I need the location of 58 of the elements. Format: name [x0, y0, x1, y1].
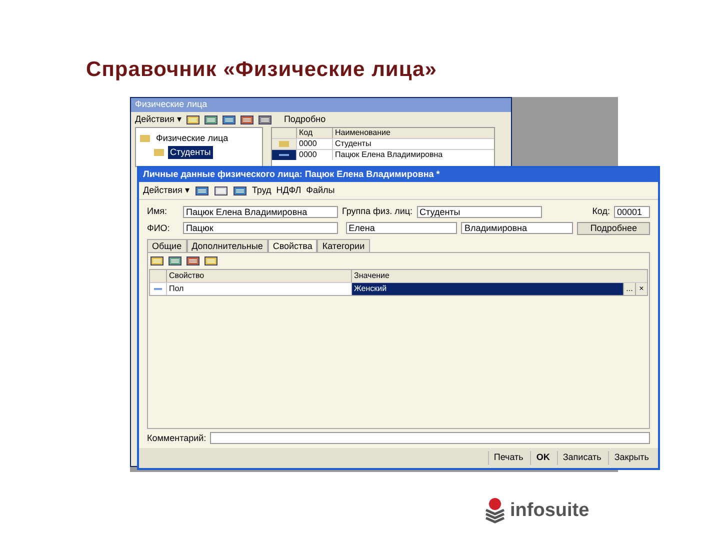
toolbar-icon[interactable] — [168, 255, 182, 267]
window-title: Личные данные физического лица: Пацюк Елена Владимировна * — [143, 168, 440, 182]
field-label: Комментарий: — [147, 432, 206, 445]
dialog-button[interactable]: Печать — [488, 451, 528, 465]
table-cell: Женский — [351, 283, 623, 295]
actions-menu[interactable]: Действия ▾ — [143, 184, 190, 198]
input-field[interactable]: Пацюк Елена Владимировна — [183, 206, 338, 218]
input-field[interactable]: Студенты — [416, 206, 542, 218]
tree-item[interactable]: Студенты — [168, 146, 213, 159]
tab[interactable]: Свойства — [268, 239, 318, 252]
tab[interactable]: Категории — [317, 239, 370, 252]
ellipsis-button[interactable]: ... — [623, 283, 635, 295]
toolbar-icon[interactable] — [204, 255, 218, 267]
table-cell: 0000 — [296, 150, 332, 160]
column-header: Свойство — [166, 270, 351, 282]
column-header: Наименование — [332, 128, 494, 138]
column-header: Значение — [351, 270, 647, 282]
column-header: Код — [296, 128, 332, 138]
field-label: Имя: — [147, 205, 168, 218]
logo-icon — [484, 497, 506, 526]
details-button[interactable]: Подробнее — [577, 222, 650, 235]
input-field[interactable]: Пацюк — [182, 222, 338, 234]
folder-icon — [279, 141, 289, 147]
toolbar-icon[interactable] — [194, 184, 209, 196]
toolbar-icon[interactable] — [258, 114, 272, 126]
field-label: ФИО: — [147, 222, 171, 234]
tab[interactable]: Дополнительные — [186, 239, 268, 252]
tree-item[interactable]: Физические лица — [154, 132, 230, 146]
window-title: Физические лица — [135, 98, 208, 112]
files-button[interactable]: Файлы — [306, 184, 335, 198]
input-field[interactable]: Елена — [346, 222, 458, 234]
toolbar-icon[interactable] — [186, 255, 200, 267]
dialog-button[interactable]: Записать — [556, 451, 606, 465]
toolbar-icon[interactable] — [186, 114, 200, 126]
input-field[interactable]: Владимировна — [461, 222, 574, 234]
toolbar-icon[interactable] — [150, 255, 164, 267]
comment-field[interactable] — [210, 432, 650, 444]
dialog-button[interactable]: OK — [530, 451, 555, 465]
labor-button[interactable]: Труд — [252, 184, 272, 198]
tab[interactable]: Общие — [147, 239, 187, 252]
table-cell: 0000 — [296, 139, 332, 149]
toolbar-icon[interactable] — [240, 114, 254, 126]
slide-title: Справочник «Физические лица» — [86, 57, 437, 83]
details-button[interactable]: Подробно — [284, 112, 326, 126]
input-field[interactable]: 00001 — [614, 206, 650, 218]
toolbar-icon[interactable] — [222, 114, 236, 126]
ndfl-button[interactable]: НДФЛ — [276, 184, 302, 198]
toolbar-icon[interactable] — [232, 184, 247, 196]
toolbar-icon[interactable] — [204, 114, 218, 126]
table-cell: Студенты — [332, 139, 494, 149]
logo-text: infosuite — [510, 499, 590, 523]
table-cell: Пацюк Елена Владимировна — [332, 150, 494, 160]
clear-button[interactable]: × — [635, 283, 647, 295]
toolbar-icon[interactable] — [214, 184, 228, 196]
dialog-button[interactable]: Закрыть — [608, 451, 654, 465]
field-label: Группа физ. лиц: — [342, 205, 413, 218]
field-label: Код: — [592, 205, 610, 218]
actions-menu[interactable]: Действия ▾ — [135, 112, 182, 126]
